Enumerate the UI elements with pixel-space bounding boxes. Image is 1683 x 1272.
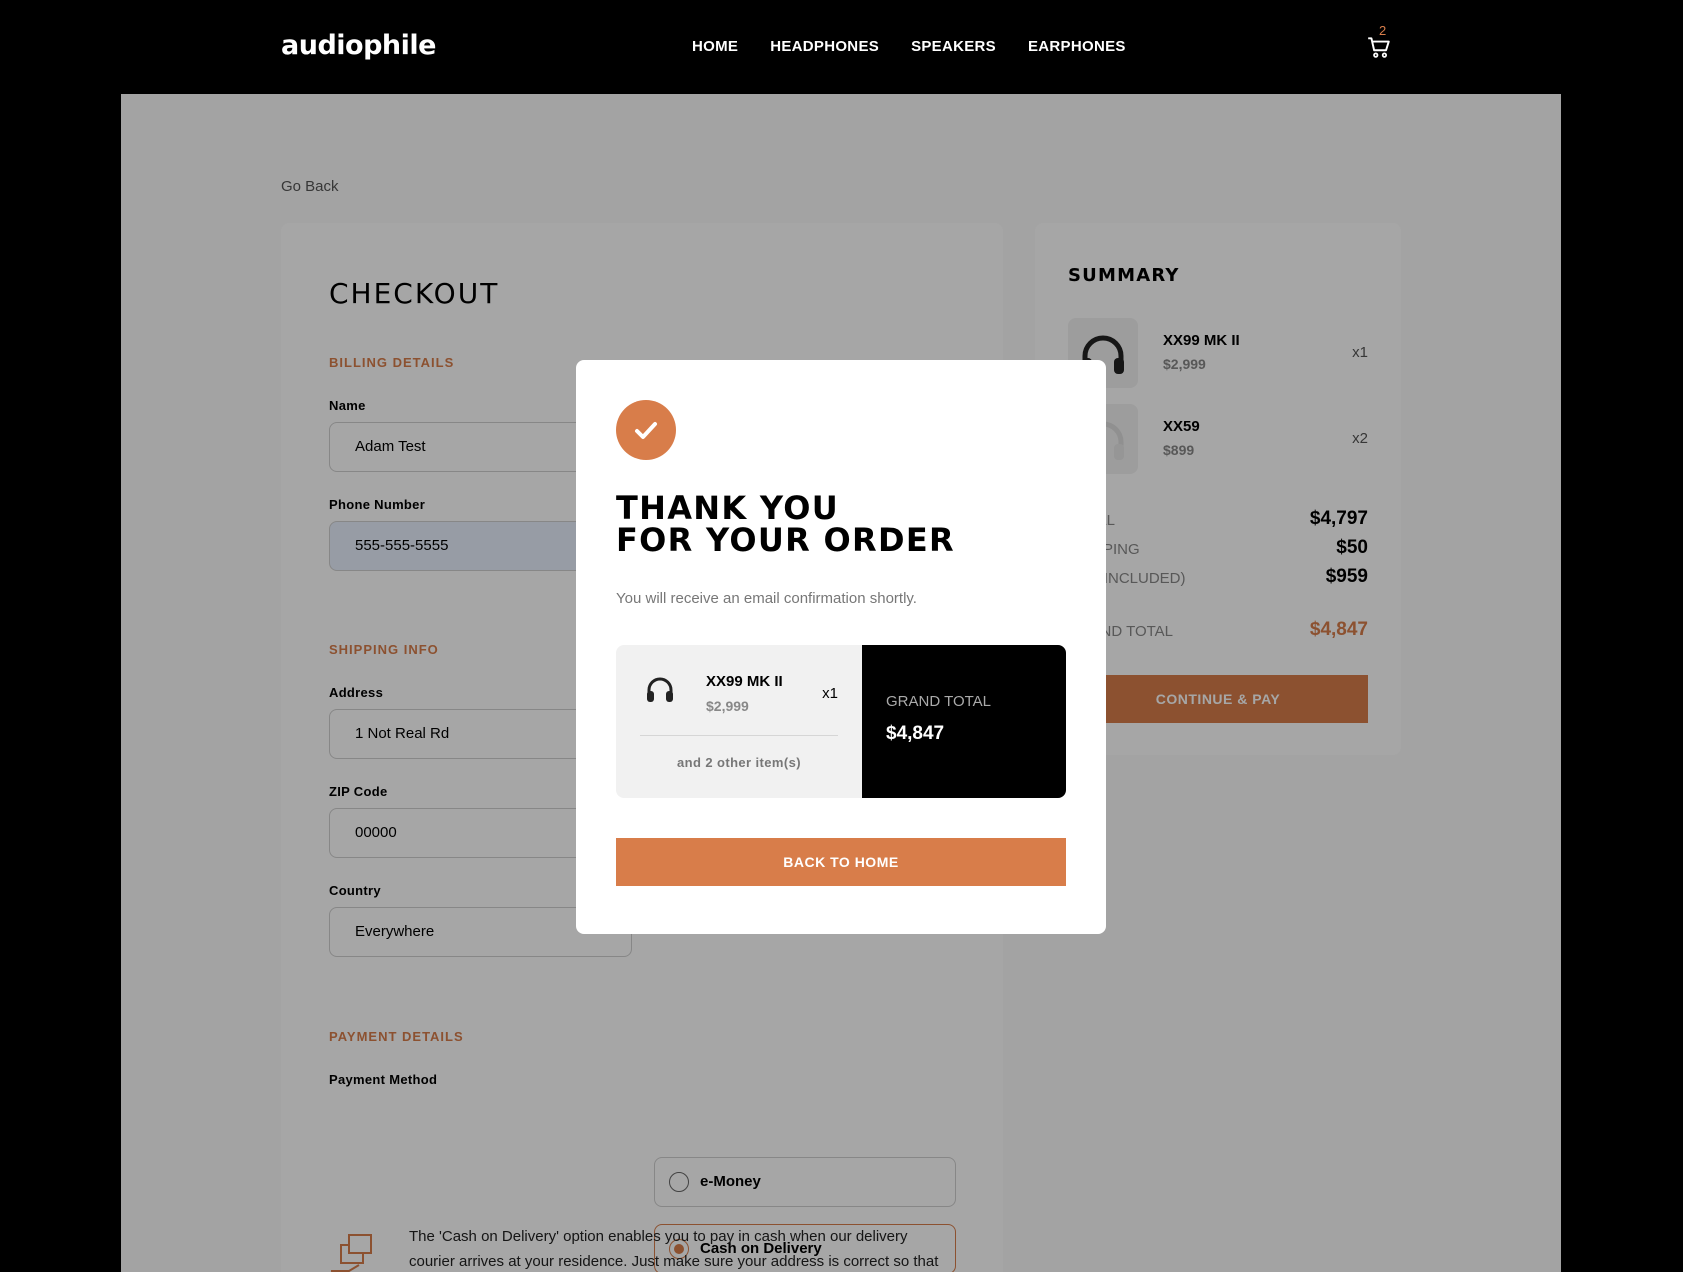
logo[interactable]: audiophile [281,30,436,61]
divider [640,735,838,736]
back-to-home-button[interactable]: BACK TO HOME [616,838,1066,886]
nav-earphones[interactable]: EARPHONES [1028,38,1126,55]
modal-title-line2: FOR YOUR ORDER [616,521,955,559]
main-nav: HOME HEADPHONES SPEAKERS EARPHONES [692,38,1126,55]
order-item-name: XX99 MK II [706,673,783,690]
modal-title: THANK YOU FOR YOUR ORDER [616,492,955,556]
nav-home[interactable]: HOME [692,38,738,55]
checkmark-icon [635,422,657,439]
order-recap: XX99 MK II $2,999 x1 and 2 other item(s)… [616,645,1066,798]
site-header: audiophile HOME HEADPHONES SPEAKERS EARP… [0,0,1683,94]
modal-grand-total-label: GRAND TOTAL [886,693,992,710]
headphones-icon [647,677,673,702]
order-item-price: $2,999 [706,698,749,714]
order-items-panel: XX99 MK II $2,999 x1 and 2 other item(s) [616,645,862,798]
modal-grand-total-value: $4,847 [886,723,945,744]
cart-icon[interactable] [1366,34,1392,60]
order-item-qty: x1 [822,685,838,702]
nav-headphones[interactable]: HEADPHONES [770,38,879,55]
modal-title-line1: THANK YOU [616,489,840,527]
order-confirmation-modal: THANK YOU FOR YOUR ORDER You will receiv… [576,360,1106,934]
nav-speakers[interactable]: SPEAKERS [911,38,996,55]
modal-subtitle: You will receive an email confirmation s… [616,590,917,607]
other-items-toggle[interactable]: and 2 other item(s) [616,755,862,770]
success-check-badge [616,400,676,460]
grand-total-panel: GRAND TOTAL $4,847 [862,645,1066,798]
